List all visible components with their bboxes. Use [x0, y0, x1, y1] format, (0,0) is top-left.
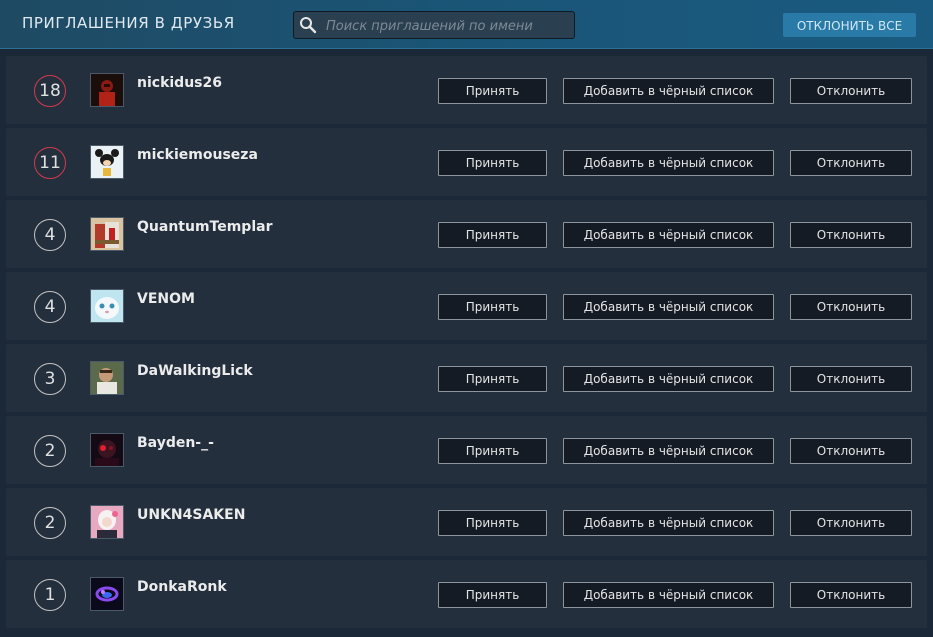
avatar[interactable]	[90, 577, 124, 611]
search-input[interactable]	[324, 15, 573, 37]
accept-button[interactable]: Принять	[438, 582, 547, 608]
search-icon	[300, 17, 317, 34]
decline-button[interactable]: Отклонить	[790, 438, 912, 464]
decline-button[interactable]: Отклонить	[790, 150, 912, 176]
invite-row: 4 VENOM Принять Добавить в чёрный список…	[6, 272, 927, 340]
avatar[interactable]	[90, 361, 124, 395]
block-button[interactable]: Добавить в чёрный список	[563, 366, 774, 392]
invite-row: 3 DaWalkingLick Принять Добавить в чёрны…	[6, 344, 927, 412]
avatar[interactable]	[90, 145, 124, 179]
friend-name[interactable]: UNKN4SAKEN	[137, 507, 245, 523]
level-badge: 2	[34, 507, 66, 539]
friend-name[interactable]: VENOM	[137, 291, 195, 307]
decline-button[interactable]: Отклонить	[790, 582, 912, 608]
decline-button[interactable]: Отклонить	[790, 222, 912, 248]
accept-button[interactable]: Принять	[438, 366, 547, 392]
invite-row: 11 mickiemouseza Принять Добавить в чёрн…	[6, 128, 927, 196]
friend-name[interactable]: DaWalkingLick	[137, 363, 253, 379]
accept-button[interactable]: Принять	[438, 78, 547, 104]
invite-row: 1 DonkaRonk Принять Добавить в чёрный сп…	[6, 560, 927, 628]
block-button[interactable]: Добавить в чёрный список	[563, 438, 774, 464]
level-badge: 1	[34, 579, 66, 611]
decline-button[interactable]: Отклонить	[790, 366, 912, 392]
block-button[interactable]: Добавить в чёрный список	[563, 222, 774, 248]
block-button[interactable]: Добавить в чёрный список	[563, 294, 774, 320]
accept-button[interactable]: Принять	[438, 222, 547, 248]
avatar[interactable]	[90, 73, 124, 107]
invite-row: 2 UNKN4SAKEN Принять Добавить в чёрный с…	[6, 488, 927, 556]
friend-name[interactable]: nickidus26	[137, 75, 222, 91]
invite-row: 2 Bayden-_- Принять Добавить в чёрный сп…	[6, 416, 927, 484]
avatar[interactable]	[90, 433, 124, 467]
avatar[interactable]	[90, 289, 124, 323]
accept-button[interactable]: Принять	[438, 438, 547, 464]
block-button[interactable]: Добавить в чёрный список	[563, 510, 774, 536]
accept-button[interactable]: Принять	[438, 294, 547, 320]
invite-row: 18 nickidus26 Принять Добавить в чёрный …	[6, 56, 927, 124]
block-button[interactable]: Добавить в чёрный список	[563, 78, 774, 104]
level-badge: 4	[34, 291, 66, 323]
invite-list: 18 nickidus26 Принять Добавить в чёрный …	[6, 56, 927, 632]
decline-all-button[interactable]: ОТКЛОНИТЬ ВСЕ	[783, 13, 916, 37]
decline-button[interactable]: Отклонить	[790, 510, 912, 536]
page-title: ПРИГЛАШЕНИЯ В ДРУЗЬЯ	[22, 14, 235, 32]
friend-name[interactable]: DonkaRonk	[137, 579, 227, 595]
decline-button[interactable]: Отклонить	[790, 294, 912, 320]
level-badge: 11	[34, 147, 66, 179]
friend-name[interactable]: mickiemouseza	[137, 147, 258, 163]
level-badge: 3	[34, 363, 66, 395]
avatar[interactable]	[90, 217, 124, 251]
decline-button[interactable]: Отклонить	[790, 78, 912, 104]
level-badge: 18	[34, 75, 66, 107]
friend-name[interactable]: QuantumTemplar	[137, 219, 272, 235]
block-button[interactable]: Добавить в чёрный список	[563, 582, 774, 608]
block-button[interactable]: Добавить в чёрный список	[563, 150, 774, 176]
level-badge: 4	[34, 219, 66, 251]
search-box[interactable]	[293, 11, 575, 39]
header-bar: ПРИГЛАШЕНИЯ В ДРУЗЬЯ ОТКЛОНИТЬ ВСЕ	[0, 0, 933, 49]
accept-button[interactable]: Принять	[438, 510, 547, 536]
avatar[interactable]	[90, 505, 124, 539]
friend-name[interactable]: Bayden-_-	[137, 435, 214, 451]
invite-row: 4 QuantumTemplar Принять Добавить в чёрн…	[6, 200, 927, 268]
level-badge: 2	[34, 435, 66, 467]
accept-button[interactable]: Принять	[438, 150, 547, 176]
